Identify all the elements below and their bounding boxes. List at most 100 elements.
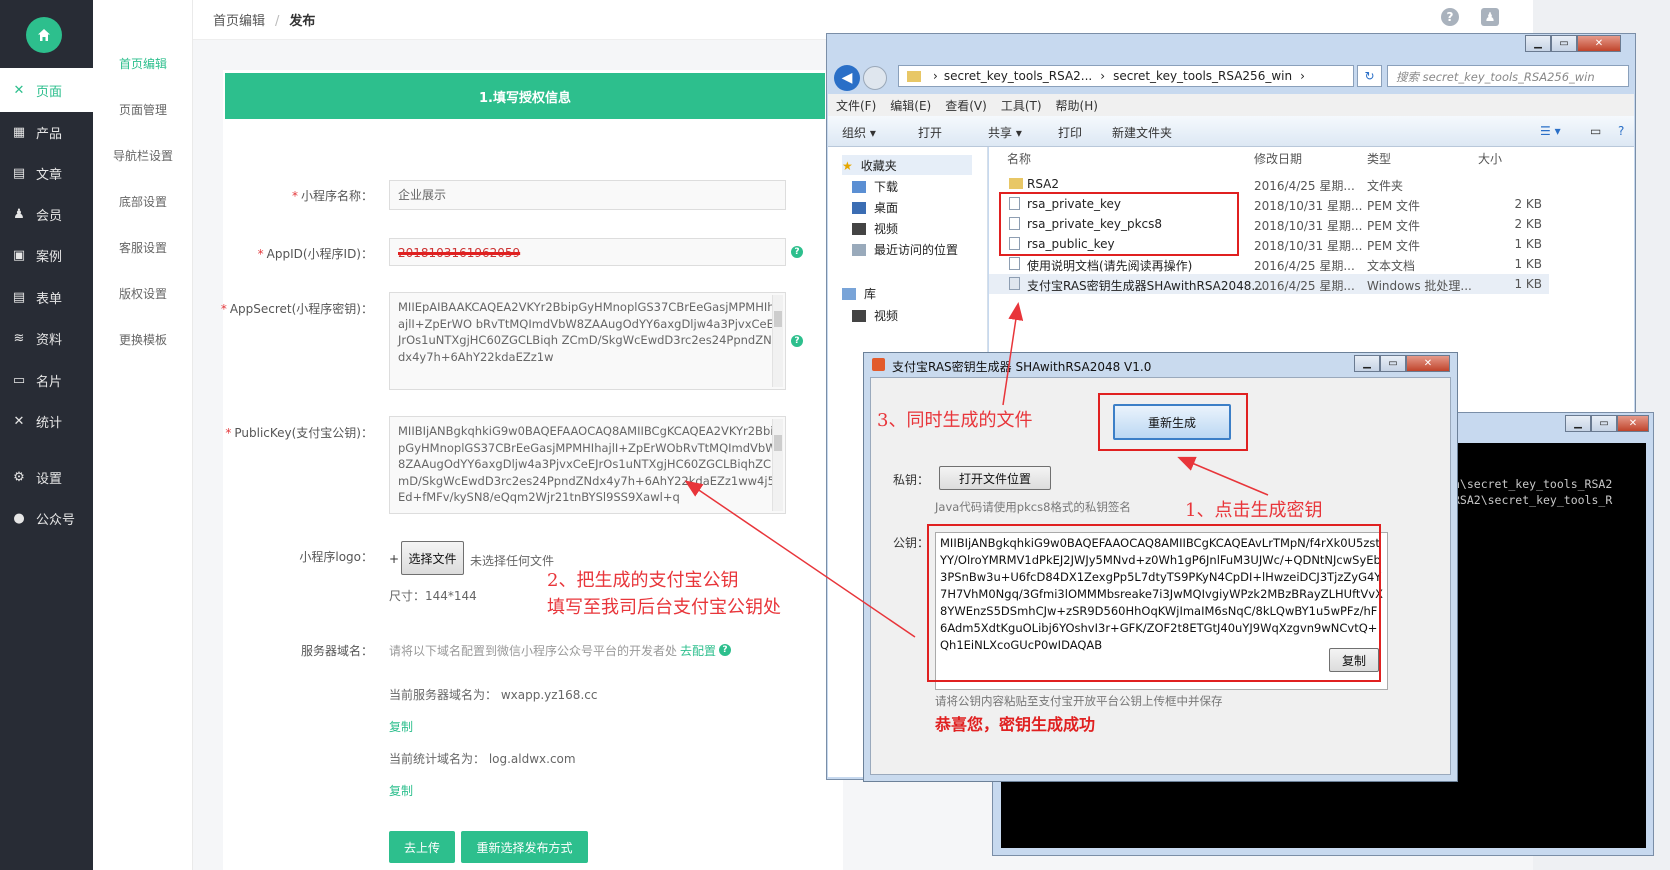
menu-file[interactable]: 文件(F): [836, 97, 876, 114]
domain-config-link[interactable]: 去配置: [680, 642, 716, 659]
nav-library-videos[interactable]: 视频: [852, 307, 898, 324]
annotation-step2-line2: 填写至我司后台支付宝公钥处: [547, 597, 781, 618]
nav-item-stats[interactable]: ✕ 统计: [0, 399, 93, 443]
nav-item-settings[interactable]: ⚙ 设置: [0, 455, 93, 499]
copy-stat-domain-link[interactable]: 复制: [389, 782, 413, 799]
copy-server-domain-link[interactable]: 复制: [389, 718, 413, 735]
close-icon[interactable]: ✕: [1406, 355, 1450, 372]
menu-edit[interactable]: 编辑(E): [890, 97, 931, 114]
minimize-icon[interactable]: ▁: [1354, 355, 1380, 372]
highlight-regenerate: [1098, 393, 1248, 451]
view-icon[interactable]: ☰ ▾: [1540, 124, 1561, 138]
nav-favorites[interactable]: ★ 收藏夹: [842, 155, 972, 175]
nav-item-case[interactable]: ▣ 案例: [0, 233, 93, 277]
subnav-item-template[interactable]: 更换模板: [93, 331, 193, 348]
name-input[interactable]: 企业展示: [389, 180, 786, 210]
dialog-body: 重新生成 私钥： 打开文件位置 Java代码请使用pkcs8格式的私钥签名 公钥…: [870, 377, 1451, 775]
forward-icon[interactable]: [863, 66, 887, 90]
upload-button[interactable]: 去上传: [389, 831, 455, 863]
search-input[interactable]: 搜索 secret_key_tools_RSA256_win: [1387, 65, 1629, 87]
download-folder-icon: [852, 180, 866, 193]
server-domain: 当前服务器域名为： wxapp.yz168.cc: [389, 688, 598, 702]
subnav-item-navbar[interactable]: 导航栏设置: [93, 147, 193, 164]
open-folder-button[interactable]: 打开文件位置: [939, 466, 1051, 490]
highlight-public-key: [927, 524, 1381, 682]
recent-icon: [852, 243, 866, 256]
column-type[interactable]: 类型: [1367, 150, 1391, 167]
help-icon[interactable]: ?: [719, 644, 731, 656]
dialog-title: 支付宝RAS密钥生成器 SHAwithRSA2048 V1.0: [892, 360, 1152, 374]
nav-item-member[interactable]: ♟ 会员: [0, 192, 93, 236]
breadcrumb: 首页编辑 / 发布: [213, 10, 315, 29]
help-icon[interactable]: ?: [1441, 8, 1459, 26]
back-icon[interactable]: ◀: [834, 65, 860, 91]
maximize-icon[interactable]: ▭: [1551, 35, 1577, 52]
organize-button[interactable]: 组织 ▾: [842, 124, 876, 141]
nav-item-article[interactable]: ▤ 文章: [0, 151, 93, 195]
close-icon[interactable]: ✕: [1617, 415, 1649, 432]
secret-scrollbar[interactable]: [772, 295, 783, 387]
column-size[interactable]: 大小: [1478, 150, 1502, 167]
minimize-icon[interactable]: ▁: [1525, 35, 1551, 52]
column-date[interactable]: 修改日期: [1254, 150, 1302, 167]
new-folder-button[interactable]: 新建文件夹: [1112, 124, 1172, 141]
nav-desktop[interactable]: 桌面: [852, 199, 898, 216]
avatar-icon[interactable]: ♟: [1481, 8, 1499, 26]
menu-help[interactable]: 帮助(H): [1056, 97, 1098, 114]
reselect-button[interactable]: 重新选择发布方式: [461, 831, 588, 863]
nav-item-page[interactable]: ✕ 页面: [0, 68, 93, 112]
secret-textarea[interactable]: MIIEpAIBAAKCAQEA2VKYr2BbipGyHMnoplGS37CB…: [389, 292, 786, 390]
share-button[interactable]: 共享 ▾: [988, 124, 1022, 141]
app-icon: [872, 358, 885, 371]
nav-item-card[interactable]: ▭ 名片: [0, 358, 93, 402]
nav-downloads[interactable]: 下载: [852, 178, 898, 195]
logo-label: 小程序logo：: [299, 550, 373, 564]
nav-item-material[interactable]: ≋ 资料: [0, 316, 93, 360]
nav-item-form[interactable]: ▤ 表单: [0, 275, 93, 319]
help-icon[interactable]: ?: [1618, 124, 1624, 138]
subnav-item-home-edit[interactable]: 首页编辑: [93, 55, 193, 72]
nav-item-wechat[interactable]: ● 公众号: [0, 496, 93, 540]
maximize-icon[interactable]: ▭: [1591, 415, 1617, 432]
nav-videos[interactable]: 视频: [852, 220, 898, 237]
file-row[interactable]: 支付宝RAS密钥生成器SHAwithRSA2048... 2016/4/25 星期…: [989, 274, 1549, 294]
private-key-label: 私钥：: [893, 473, 930, 487]
close-icon[interactable]: ✕: [1577, 35, 1621, 52]
nav-item-product[interactable]: ▦ 产品: [0, 110, 93, 154]
menu-view[interactable]: 查看(V): [945, 97, 987, 114]
success-message: 恭喜您，密钥生成成功: [935, 715, 1096, 734]
appid-input[interactable]: 2018103161962059: [389, 238, 786, 266]
maximize-icon[interactable]: ▭: [1380, 355, 1406, 372]
publickey-label: * PublicKey(支付宝公钥)：: [225, 426, 373, 440]
choose-file-button[interactable]: 选择文件: [401, 541, 464, 575]
column-name[interactable]: 名称: [1007, 150, 1031, 167]
file-row[interactable]: RSA2 2016/4/25 星期... 文件夹: [989, 174, 1549, 194]
domain-hint: 请将以下域名配置到微信小程序公众号平台的开发者处: [389, 644, 678, 658]
address-bar[interactable]: › secret_key_tools_RSA2... › secret_key_too…: [898, 65, 1354, 87]
explorer-toolbar: 组织 ▾ 打开 共享 ▾ 打印 新建文件夹 ☰ ▾ ▭ ?: [828, 116, 1634, 147]
menu-tools[interactable]: 工具(T): [1001, 97, 1042, 114]
file-row[interactable]: 使用说明文档(请先阅读再操作) 2016/4/25 星期... 文本文档 1 KB: [989, 254, 1549, 274]
help-icon[interactable]: ?: [791, 335, 803, 347]
subnav-item-service[interactable]: 客服设置: [93, 239, 193, 256]
breadcrumb-home-edit[interactable]: 首页编辑: [213, 14, 265, 29]
stat-domain: 当前统计域名为： log.aldwx.com: [389, 752, 576, 766]
preview-pane-icon[interactable]: ▭: [1590, 124, 1601, 138]
print-button[interactable]: 打印: [1058, 124, 1082, 141]
home-icon[interactable]: [26, 17, 62, 53]
video-icon: [852, 222, 866, 235]
breadcrumb-current: 发布: [289, 14, 316, 29]
publickey-textarea[interactable]: MIIBIjANBgkqhkiG9w0BAQEFAAOCAQ8AMIIBCgKC…: [389, 416, 786, 514]
subnav-item-copyright[interactable]: 版权设置: [93, 285, 193, 302]
refresh-icon[interactable]: ↻: [1357, 65, 1382, 87]
subnav-item-footer[interactable]: 底部设置: [93, 193, 193, 210]
open-button[interactable]: 打开: [918, 124, 942, 141]
help-icon[interactable]: ?: [791, 246, 803, 258]
annotation-step2-line1: 2、把生成的支付宝公钥: [547, 570, 739, 591]
nav-libraries[interactable]: 库: [842, 285, 876, 302]
sub-nav: 首页编辑 页面管理 导航栏设置 底部设置 客服设置 版权设置 更换模板: [93, 0, 193, 870]
nav-recent[interactable]: 最近访问的位置: [852, 241, 958, 258]
publickey-scrollbar[interactable]: [772, 419, 783, 511]
subnav-item-page-manage[interactable]: 页面管理: [93, 101, 193, 118]
minimize-icon[interactable]: ▁: [1565, 415, 1591, 432]
